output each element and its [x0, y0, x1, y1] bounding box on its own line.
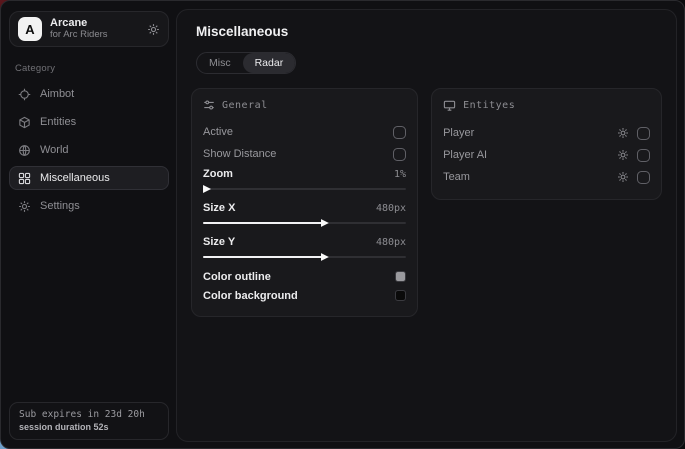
player-ai-row: Player AI	[443, 144, 650, 166]
player-checkbox[interactable]	[637, 127, 650, 140]
size-x-slider-fill	[203, 222, 323, 224]
general-panel-title: General	[222, 100, 268, 111]
crosshair-icon	[18, 88, 31, 101]
entities-panel: Entityes Player P	[431, 88, 662, 200]
sidebar-item-label: Entities	[40, 116, 76, 128]
avatar: A	[18, 17, 42, 41]
sidebar: A Arcane for Arc Riders Category	[9, 9, 169, 442]
player-label: Player	[443, 127, 474, 139]
tab-misc[interactable]: Misc	[197, 53, 243, 73]
player-ai-checkbox[interactable]	[637, 149, 650, 162]
size-x-value: 480px	[376, 203, 406, 214]
sidebar-item-settings[interactable]: Settings	[9, 194, 169, 218]
zoom-slider[interactable]	[203, 188, 406, 190]
team-checkbox[interactable]	[637, 171, 650, 184]
app-subtitle: for Arc Riders	[50, 30, 139, 41]
entities-panel-header: Entityes	[443, 99, 650, 112]
color-outline-swatch[interactable]	[395, 271, 406, 282]
globe-icon	[18, 144, 31, 157]
zoom-slider-fill	[203, 188, 205, 190]
size-y-value: 480px	[376, 237, 406, 248]
sidebar-nav: Aimbot Entities World	[9, 82, 169, 218]
session-duration: session duration 52s	[19, 422, 159, 432]
show-distance-label: Show Distance	[203, 148, 276, 160]
color-background-swatch[interactable]	[395, 290, 406, 301]
size-y-slider-fill	[203, 256, 323, 258]
sidebar-item-miscellaneous[interactable]: Miscellaneous	[9, 166, 169, 190]
color-outline-label: Color outline	[203, 271, 271, 283]
gear-icon	[18, 200, 31, 213]
page-title: Miscellaneous	[196, 24, 662, 39]
subscription-card: Sub expires in 23d 20h session duration …	[9, 402, 169, 440]
size-y-slider[interactable]	[203, 256, 406, 258]
cube-icon	[18, 116, 31, 129]
sliders-icon	[203, 99, 215, 111]
grid-icon	[18, 172, 31, 185]
sidebar-item-world[interactable]: World	[9, 138, 169, 162]
panels-row: General Active Show Distance Zoom 1%	[191, 88, 662, 317]
entities-panel-title: Entityes	[463, 100, 515, 111]
size-y-row: Size Y 480px	[203, 233, 406, 251]
zoom-label: Zoom	[203, 168, 233, 180]
category-label: Category	[15, 63, 169, 74]
zoom-slider-thumb[interactable]	[203, 185, 211, 193]
sidebar-item-aimbot[interactable]: Aimbot	[9, 82, 169, 106]
tab-bar: Misc Radar	[196, 52, 296, 74]
app-identity: Arcane for Arc Riders	[50, 17, 139, 41]
sidebar-item-entities[interactable]: Entities	[9, 110, 169, 134]
show-distance-checkbox[interactable]	[393, 148, 406, 161]
player-ai-label: Player AI	[443, 149, 487, 161]
gear-icon[interactable]	[617, 127, 629, 139]
zoom-row: Zoom 1%	[203, 165, 406, 183]
app-window: A Arcane for Arc Riders Category	[0, 0, 685, 449]
color-outline-row: Color outline	[203, 267, 406, 286]
color-background-label: Color background	[203, 290, 298, 302]
main-content: Miscellaneous Misc Radar General	[176, 9, 677, 442]
subscription-expiry: Sub expires in 23d 20h	[19, 409, 159, 420]
size-x-slider[interactable]	[203, 222, 406, 224]
gear-icon[interactable]	[617, 171, 629, 183]
tab-radar[interactable]: Radar	[243, 53, 296, 73]
monitor-icon	[443, 99, 456, 112]
sidebar-item-label: World	[40, 144, 69, 156]
active-label: Active	[203, 126, 233, 138]
team-row: Team	[443, 166, 650, 188]
show-distance-row: Show Distance	[203, 143, 406, 165]
gear-icon[interactable]	[147, 23, 160, 36]
size-y-slider-thumb[interactable]	[321, 253, 329, 261]
team-label: Team	[443, 171, 470, 183]
size-x-label: Size X	[203, 202, 235, 214]
active-checkbox[interactable]	[393, 126, 406, 139]
zoom-value: 1%	[394, 169, 406, 180]
general-panel: General Active Show Distance Zoom 1%	[191, 88, 418, 317]
general-panel-header: General	[203, 99, 406, 111]
color-background-row: Color background	[203, 286, 406, 305]
gear-icon[interactable]	[617, 149, 629, 161]
active-row: Active	[203, 121, 406, 143]
sidebar-item-label: Miscellaneous	[40, 172, 110, 184]
app-logo-card: A Arcane for Arc Riders	[9, 11, 169, 47]
size-y-label: Size Y	[203, 236, 235, 248]
player-row: Player	[443, 122, 650, 144]
size-x-slider-thumb[interactable]	[321, 219, 329, 227]
size-x-row: Size X 480px	[203, 199, 406, 217]
sidebar-item-label: Settings	[40, 200, 80, 212]
sidebar-item-label: Aimbot	[40, 88, 74, 100]
app-title: Arcane	[50, 17, 139, 30]
